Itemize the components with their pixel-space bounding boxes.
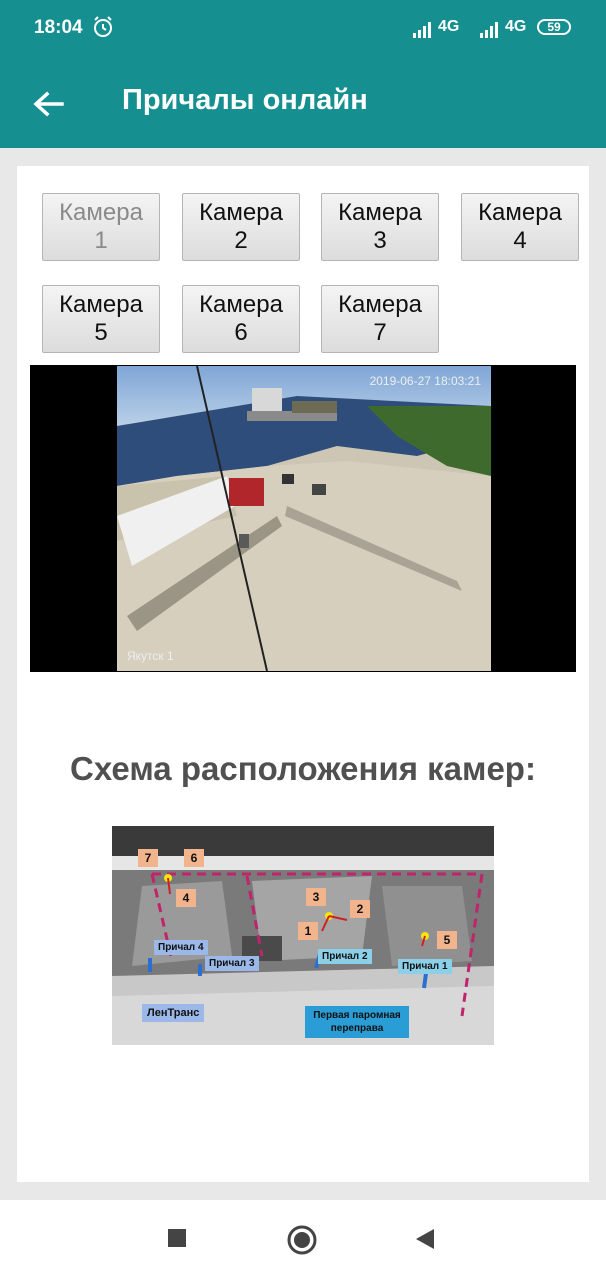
camera-button-label: Камера bbox=[338, 291, 422, 318]
status-bar: 18:04 4G 4G 59 bbox=[0, 0, 606, 58]
system-navigation-bar bbox=[0, 1200, 606, 1280]
battery-icon: 59 bbox=[537, 19, 571, 35]
camera-button-label: Камера bbox=[338, 199, 422, 226]
camera-1-button[interactable]: Камера 1 bbox=[42, 193, 160, 261]
home-button[interactable] bbox=[286, 1224, 318, 1256]
pier-label-4: Причал 4 bbox=[154, 940, 208, 955]
camera-button-label: Камера bbox=[199, 199, 283, 226]
camera-7-button[interactable]: Камера 7 bbox=[321, 285, 439, 353]
recent-apps-button[interactable] bbox=[166, 1227, 188, 1249]
network-type-2: 4G bbox=[505, 18, 527, 35]
lentrans-label: ЛенТранс bbox=[142, 1004, 205, 1022]
pier-label-1: Причал 1 bbox=[398, 959, 452, 974]
camera-3-button[interactable]: Камера 3 bbox=[321, 193, 439, 261]
status-time: 18:04 bbox=[34, 17, 83, 38]
camera-location-map: 7 6 4 3 2 1 5 Причал 4 Причал 3 Причал 2… bbox=[112, 826, 494, 1045]
camera-2-button[interactable]: Камера 2 bbox=[182, 193, 300, 261]
signal-strength-icon bbox=[480, 16, 502, 38]
camera-button-number: 1 bbox=[94, 227, 108, 254]
camera-button-number: 4 bbox=[513, 227, 527, 254]
camera-button-label: Камера bbox=[199, 291, 283, 318]
video-location-label: Якутск 1 bbox=[127, 649, 174, 663]
camera-frame-image: 2019-06-27 18:03:21 Якутск 1 bbox=[117, 366, 491, 671]
camera-4-button[interactable]: Камера 4 bbox=[461, 193, 579, 261]
pier-label-3: Причал 3 bbox=[205, 956, 259, 971]
camera-button-number: 5 bbox=[94, 319, 108, 346]
video-timestamp: 2019-06-27 18:03:21 bbox=[369, 374, 481, 388]
app-bar: Причалы онлайн bbox=[0, 58, 606, 148]
camera-marker-7: 7 bbox=[138, 849, 158, 867]
camera-video-player[interactable]: 2019-06-27 18:03:21 Якутск 1 bbox=[30, 365, 576, 672]
camera-button-label: Камера bbox=[59, 199, 143, 226]
camera-marker-1: 1 bbox=[298, 922, 318, 940]
camera-marker-5: 5 bbox=[437, 931, 457, 949]
signal-strength-icon bbox=[413, 16, 435, 38]
camera-button-number: 2 bbox=[234, 227, 248, 254]
back-arrow-icon[interactable] bbox=[28, 84, 68, 124]
camera-button-number: 6 bbox=[234, 319, 248, 346]
ferry-crossing-label: Первая паромная переправа bbox=[305, 1006, 409, 1038]
ferry-scene-image bbox=[117, 366, 491, 671]
schema-title: Схема расположения камер: bbox=[70, 750, 536, 787]
camera-button-number: 7 bbox=[373, 319, 387, 346]
camera-marker-4: 4 bbox=[176, 889, 196, 907]
page-title: Причалы онлайн bbox=[122, 84, 368, 116]
pier-label-2: Причал 2 bbox=[318, 949, 372, 964]
camera-button-label: Камера bbox=[59, 291, 143, 318]
camera-6-button[interactable]: Камера 6 bbox=[182, 285, 300, 353]
camera-marker-3: 3 bbox=[306, 888, 326, 906]
camera-5-button[interactable]: Камера 5 bbox=[42, 285, 160, 353]
alarm-clock-icon bbox=[94, 16, 112, 37]
back-button[interactable] bbox=[414, 1227, 436, 1251]
camera-marker-6: 6 bbox=[184, 849, 204, 867]
camera-button-label: Камера bbox=[478, 199, 562, 226]
camera-button-number: 3 bbox=[373, 227, 387, 254]
camera-marker-2: 2 bbox=[350, 900, 370, 918]
network-type-1: 4G bbox=[438, 18, 460, 35]
